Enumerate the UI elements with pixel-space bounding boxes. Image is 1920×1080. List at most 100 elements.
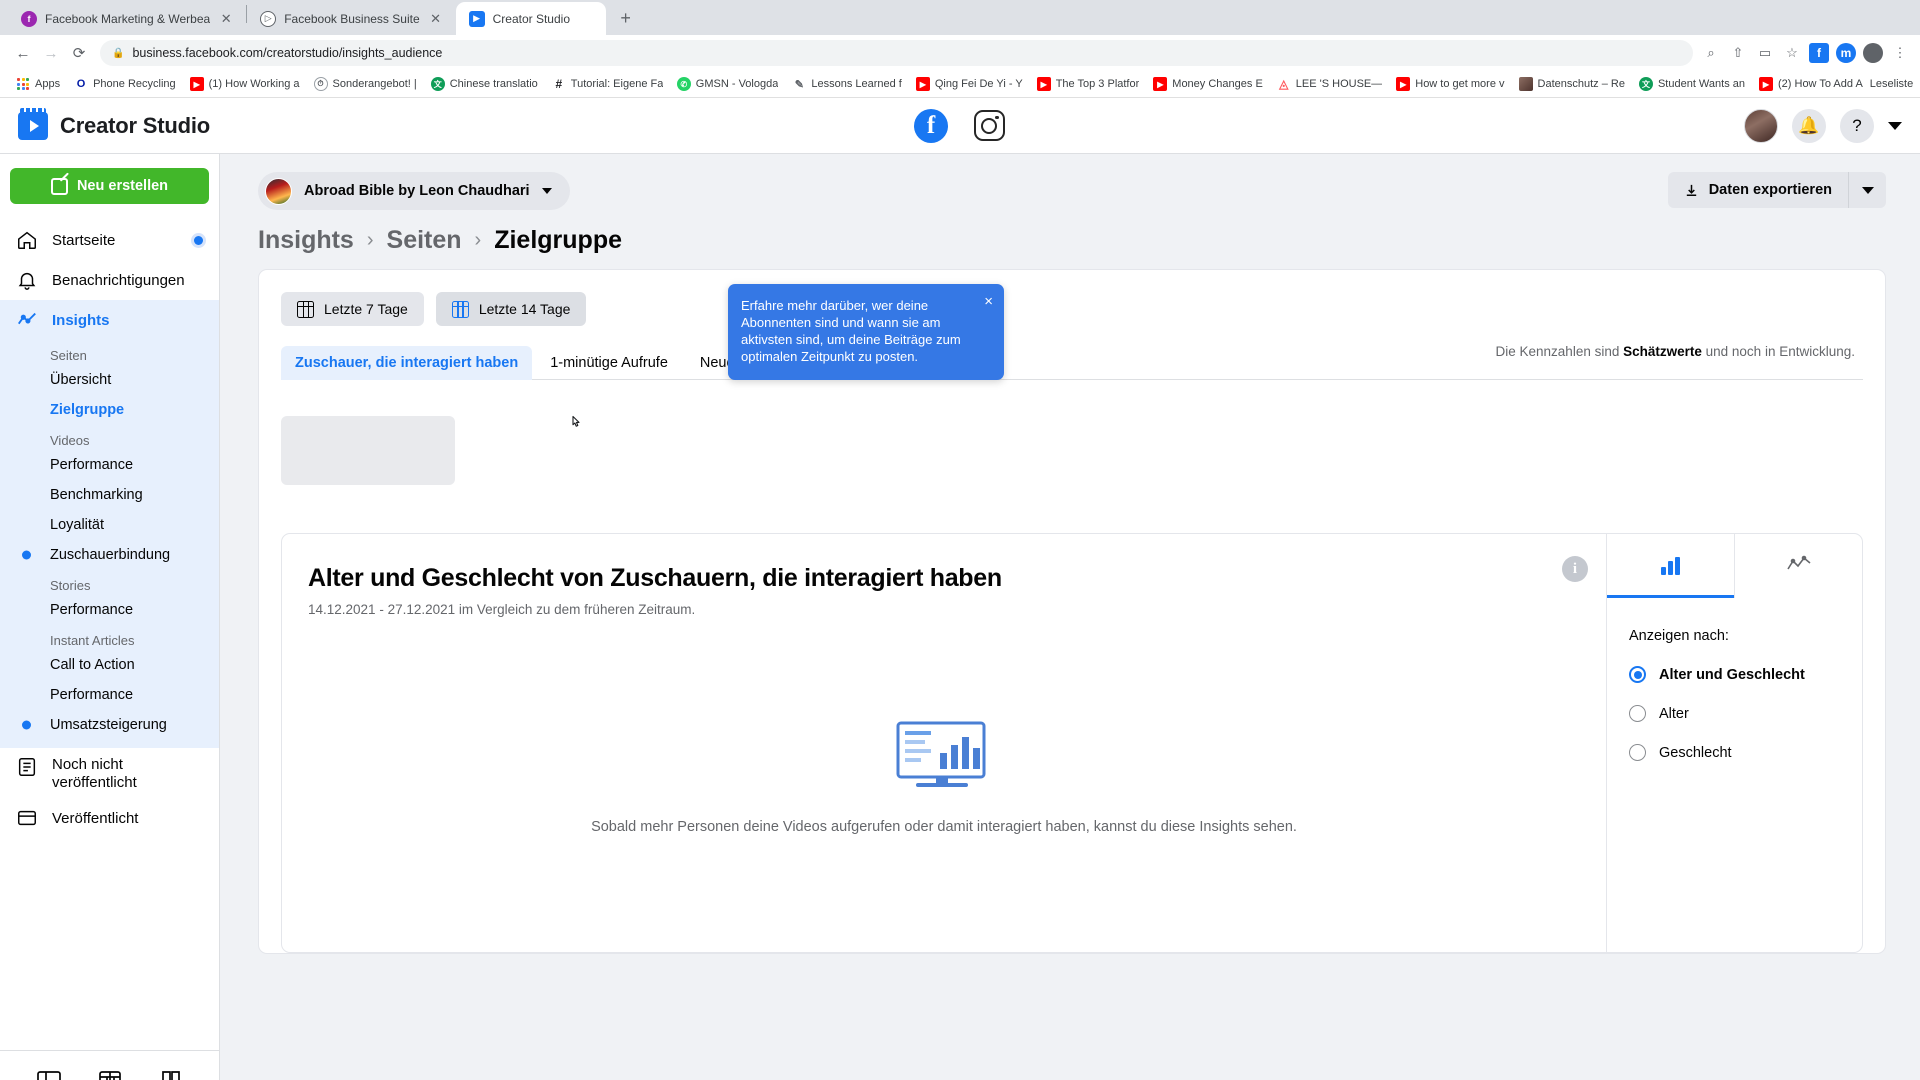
bookmark-item[interactable]: ▶ Money Changes E	[1146, 73, 1270, 95]
bookmark-item[interactable]: ⏱ Sonderangebot! |	[307, 73, 424, 95]
back-icon[interactable]: ←	[10, 40, 36, 66]
sidebar-item-insights[interactable]: Insights	[0, 300, 219, 340]
breadcrumb-insights[interactable]: Insights	[258, 226, 354, 255]
browser-tab[interactable]: ▷ Facebook Business Suite ✕	[247, 2, 455, 35]
bell-icon[interactable]: 🔔	[1792, 108, 1826, 143]
breadcrumb-separator: ›	[474, 229, 482, 251]
bookmark-item[interactable]: ▶ (1) How Working a	[183, 73, 307, 95]
bookmark-label: Money Changes E	[1172, 78, 1263, 90]
bookmark-item[interactable]: ✎ Lessons Learned f	[785, 73, 909, 95]
create-new-button[interactable]: Neu erstellen	[10, 168, 209, 204]
browser-tab[interactable]: f Facebook Marketing & Werbea ✕	[8, 2, 246, 35]
radio-button[interactable]	[1629, 744, 1646, 761]
library-icon[interactable]	[158, 1069, 184, 1080]
new-tab-button[interactable]: +	[612, 4, 640, 32]
browser-tab-active[interactable]: ▶ Creator Studio	[455, 2, 606, 35]
range-button-14-days[interactable]: Letzte 14 Tage	[435, 292, 587, 326]
reading-list-label[interactable]: Leseliste	[1870, 78, 1913, 90]
facebook-marketing-icon: f	[21, 10, 37, 27]
radio-label: Geschlecht	[1659, 744, 1732, 761]
bookmark-label: Lessons Learned f	[811, 78, 902, 90]
facebook-extension-icon[interactable]: f	[1809, 43, 1829, 63]
radio-alter-und-geschlecht[interactable]: Alter und Geschlecht	[1629, 666, 1840, 683]
profile-avatar-icon[interactable]	[1863, 43, 1883, 63]
bookmark-item[interactable]: 文 Student Wants an	[1632, 73, 1752, 95]
sidebar-item-startseite[interactable]: Startseite	[0, 220, 219, 260]
tab-facebook[interactable]: f	[914, 108, 948, 143]
subnav-heading-instant-articles: Instant Articles	[50, 633, 135, 648]
sidebar-item-zielgruppe[interactable]: Zielgruppe	[0, 395, 219, 425]
new-indicator-dot	[22, 720, 31, 730]
options-body: Anzeigen nach: Alter und Geschlecht Alte…	[1607, 598, 1862, 761]
share-icon[interactable]: ⇧	[1728, 43, 1748, 63]
forward-icon[interactable]: →	[38, 40, 64, 66]
bookmark-label: (1) How Working a	[208, 78, 300, 90]
avatar[interactable]	[1744, 108, 1778, 143]
sidebar-item-videos-performance[interactable]: Performance	[0, 450, 219, 480]
page-selector[interactable]: Abroad Bible by Leon Chaudhari	[258, 172, 570, 210]
address-bar[interactable]: 🔒 business.facebook.com/creatorstudio/in…	[100, 40, 1693, 66]
reload-icon[interactable]: ⟳	[66, 40, 92, 66]
tab-1-minute-views[interactable]: 1-minütige Aufrufe	[536, 346, 682, 380]
sidebar-item-veroeffentlicht[interactable]: Veröffentlicht	[0, 798, 219, 838]
bookmark-apps[interactable]: Apps	[9, 73, 67, 95]
sidebar-item-benchmarking[interactable]: Benchmarking	[0, 480, 219, 510]
sidebar-item-stories-performance[interactable]: Performance	[0, 595, 219, 625]
panel-toggle-icon[interactable]	[36, 1069, 62, 1080]
sidebar-item-label: Zuschauerbindung	[50, 547, 171, 563]
radio-button[interactable]	[1629, 666, 1646, 683]
bookmark-item[interactable]: # Tutorial: Eigene Fa	[545, 73, 670, 95]
calendar-icon[interactable]	[97, 1069, 123, 1080]
app-logo[interactable]: Creator Studio	[18, 107, 210, 140]
radio-label: Alter und Geschlecht	[1659, 666, 1805, 683]
close-icon[interactable]: ×	[984, 294, 993, 309]
sidebar-item-loyalitaet[interactable]: Loyalität	[0, 510, 219, 540]
bookmark-item[interactable]: O Phone Recycling	[67, 73, 183, 95]
radio-button[interactable]	[1629, 705, 1646, 722]
chevron-down-icon[interactable]	[1888, 121, 1902, 130]
subnav-heading-seiten: Seiten	[50, 348, 87, 363]
chevron-down-icon	[541, 188, 552, 194]
tab-title: Facebook Marketing & Werbea	[45, 11, 211, 26]
breadcrumb-seiten[interactable]: Seiten	[387, 226, 462, 255]
close-icon[interactable]: ✕	[428, 11, 444, 27]
tab-instagram[interactable]	[972, 109, 1006, 143]
sidebar-item-uebersicht[interactable]: Übersicht	[0, 365, 219, 395]
chrome-menu-icon[interactable]: ⋮	[1890, 43, 1910, 63]
sidebar-item-call-to-action[interactable]: Call to Action	[0, 650, 219, 680]
bookmark-item[interactable]: ◬ LEE 'S HOUSE—	[1270, 73, 1389, 95]
close-icon[interactable]: ✕	[218, 11, 234, 27]
bookmark-item[interactable]: ✆ GMSN - Vologda	[670, 73, 786, 95]
range-button-7-days[interactable]: Letzte 7 Tage	[281, 292, 424, 326]
export-dropdown-button[interactable]	[1848, 172, 1886, 208]
search-icon[interactable]: ⌕	[1701, 43, 1721, 63]
insights-panel: Letzte 7 Tage Letzte 14 Tage Die Kennzah…	[258, 269, 1886, 954]
sidebar-item-ia-performance[interactable]: Performance	[0, 680, 219, 710]
view-tab-bar-chart[interactable]	[1607, 534, 1734, 598]
radio-geschlecht[interactable]: Geschlecht	[1629, 744, 1840, 761]
bookmark-item[interactable]: Datenschutz – Re	[1512, 73, 1632, 95]
tab-zuschauer-interagiert[interactable]: Zuschauer, die interagiert haben	[281, 346, 533, 380]
sidebar-item-zuschauerbindung[interactable]: Zuschauerbindung	[0, 540, 219, 570]
sidebar-item-noch-nicht-veroeffentlicht[interactable]: Noch nicht veröffentlicht	[0, 748, 219, 798]
apps-grid-icon	[16, 77, 30, 91]
demographics-card: Alter und Geschlecht von Zuschauern, die…	[281, 533, 1863, 953]
star-icon[interactable]: ☆	[1782, 43, 1802, 63]
published-icon	[16, 807, 38, 829]
estimate-note-bold: Schätzwerte	[1623, 344, 1702, 359]
bookmark-item[interactable]: ▶ Qing Fei De Yi - Y	[909, 73, 1030, 95]
cast-icon[interactable]: ▭	[1755, 43, 1775, 63]
bookmark-item[interactable]: ▶ How to get more v	[1389, 73, 1511, 95]
messenger-extension-icon[interactable]: m	[1836, 43, 1856, 63]
sidebar-item-label: Veröffentlicht	[52, 809, 139, 827]
sidebar-item-benachrichtigungen[interactable]: Benachrichtigungen	[0, 260, 219, 300]
bookmark-item[interactable]: 文 Chinese translatio	[424, 73, 545, 95]
bookmark-item[interactable]: ▶ The Top 3 Platfor	[1030, 73, 1147, 95]
sidebar-item-umsatzsteigerung[interactable]: Umsatzsteigerung	[0, 710, 219, 740]
info-icon[interactable]: i	[1562, 556, 1588, 582]
bookmark-item[interactable]: ▶ (2) How To Add A	[1752, 73, 1870, 95]
view-tab-line-chart[interactable]	[1735, 534, 1862, 598]
help-icon[interactable]: ?	[1840, 108, 1874, 143]
radio-alter[interactable]: Alter	[1629, 705, 1840, 722]
export-data-button[interactable]: Daten exportieren	[1667, 172, 1848, 208]
